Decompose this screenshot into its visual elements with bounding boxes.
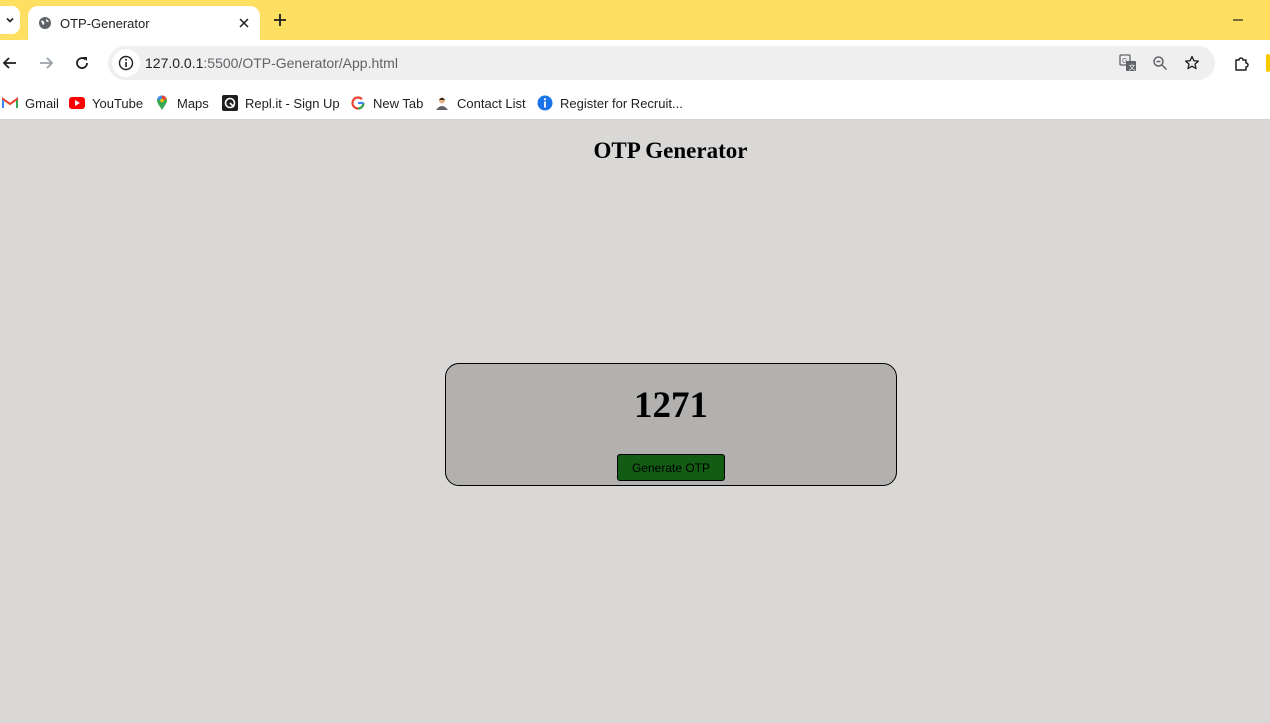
close-icon xyxy=(239,18,249,28)
close-tab-button[interactable] xyxy=(232,11,256,35)
tab-search-button[interactable] xyxy=(0,6,20,34)
info-icon xyxy=(118,55,134,71)
zoom-button[interactable] xyxy=(1148,51,1172,75)
youtube-icon xyxy=(69,95,85,111)
svg-text:G: G xyxy=(1122,58,1127,65)
bookmark-star-button[interactable] xyxy=(1180,51,1204,75)
bookmark-label: Contact List xyxy=(457,95,526,111)
arrow-left-icon xyxy=(2,57,16,69)
url-path: :5500/OTP-Generator/App.html xyxy=(203,55,398,71)
puzzle-icon xyxy=(1235,57,1249,71)
google-icon xyxy=(350,95,366,111)
page-content: OTP Generator 1271 Generate OTP xyxy=(0,121,1270,723)
tab-title: OTP-Generator xyxy=(60,15,150,31)
tab-strip: OTP-Generator xyxy=(0,0,1270,40)
bookmark-label: Maps xyxy=(177,95,209,111)
bookmark-label: Register for Recruit... xyxy=(560,95,683,111)
replit-icon xyxy=(222,95,238,111)
url-host: 127.0.0.1 xyxy=(145,55,204,71)
bookmarks-bar: Gmail YouTube Maps Repl.it - Sign Up New… xyxy=(0,86,1270,120)
forward-button[interactable] xyxy=(32,49,60,77)
star-icon xyxy=(1184,55,1200,70)
otp-value: 1271 xyxy=(634,385,708,426)
browser-tab[interactable]: OTP-Generator xyxy=(28,6,260,40)
zoom-out-icon xyxy=(1153,56,1168,71)
bookmark-maps[interactable]: Maps xyxy=(154,92,209,114)
arrow-right-icon xyxy=(40,57,54,69)
site-info-button[interactable] xyxy=(112,49,140,77)
otp-card: 1271 Generate OTP xyxy=(445,363,897,486)
browser-toolbar: 127.0.0.1:5500/OTP-Generator/App.html G … xyxy=(0,40,1270,86)
profile-edge-indicator[interactable] xyxy=(1266,54,1270,72)
reload-icon xyxy=(76,57,88,69)
maps-icon xyxy=(154,95,170,111)
minimize-icon xyxy=(1233,19,1243,21)
bookmark-label: YouTube xyxy=(92,95,144,111)
translate-button[interactable]: G 文 xyxy=(1116,51,1140,75)
globe-icon xyxy=(39,17,51,29)
bookmark-contact-list[interactable]: Contact List xyxy=(434,92,526,114)
bookmark-gmail[interactable]: Gmail xyxy=(2,92,59,114)
minimize-window-button[interactable] xyxy=(1226,8,1250,32)
back-button[interactable] xyxy=(0,49,24,77)
register-icon xyxy=(537,95,553,111)
new-tab-button[interactable] xyxy=(268,8,292,32)
generate-otp-button[interactable]: Generate OTP xyxy=(617,454,725,481)
translate-icon: G 文 xyxy=(1119,54,1136,72)
bookmark-label: Gmail xyxy=(25,95,59,111)
bookmark-new-tab[interactable]: New Tab xyxy=(350,92,423,114)
bookmark-register[interactable]: Register for Recruit... xyxy=(537,92,683,114)
svg-text:文: 文 xyxy=(1129,63,1136,72)
bookmark-youtube[interactable]: YouTube xyxy=(69,92,143,114)
bookmark-label: Repl.it - Sign Up xyxy=(245,95,340,111)
address-bar[interactable]: 127.0.0.1:5500/OTP-Generator/App.html G … xyxy=(108,46,1215,80)
bookmark-label: New Tab xyxy=(373,95,424,111)
gmail-icon xyxy=(2,95,18,111)
reload-button[interactable] xyxy=(68,49,96,77)
extensions-button[interactable] xyxy=(1230,51,1254,75)
chevron-down-icon xyxy=(6,17,14,23)
page-title: OTP Generator xyxy=(593,138,748,163)
contact-list-icon xyxy=(434,95,450,111)
url-text: 127.0.0.1:5500/OTP-Generator/App.html xyxy=(145,55,398,71)
bookmark-replit[interactable]: Repl.it - Sign Up xyxy=(222,92,340,114)
plus-icon xyxy=(274,14,286,26)
